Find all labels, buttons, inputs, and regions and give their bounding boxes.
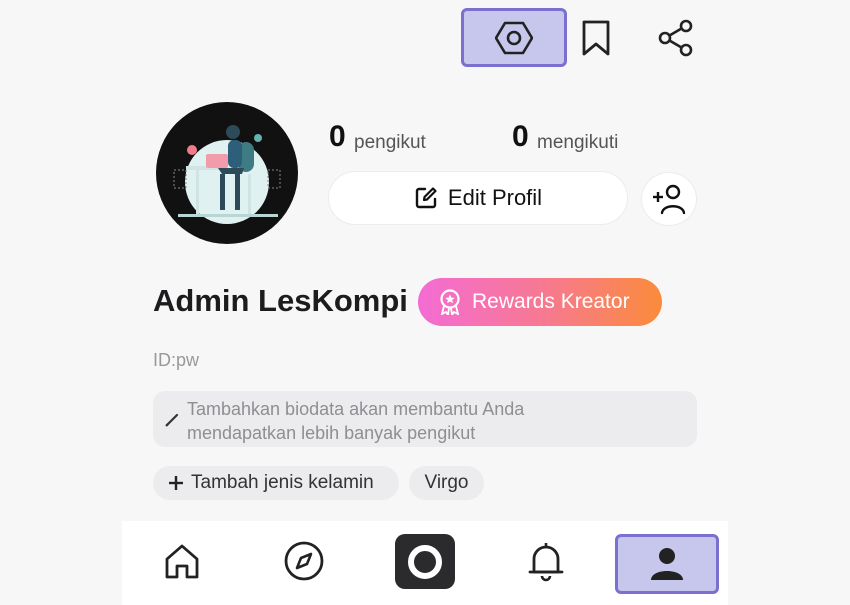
share-icon <box>658 19 693 57</box>
rewards-kreator-button[interactable]: Rewards Kreator <box>418 278 662 326</box>
username: Admin LesKompi <box>153 283 408 318</box>
gender-chip-label: Tambah jenis kelamin <box>191 472 374 493</box>
create-icon <box>408 544 442 579</box>
badge-icon <box>440 289 460 315</box>
edit-profile-button[interactable]: Edit Profil <box>329 172 627 224</box>
add-gender-chip[interactable]: Tambah jenis kelamin <box>153 466 399 500</box>
following-label[interactable]: mengikuti <box>537 132 618 154</box>
avatar[interactable] <box>156 102 298 244</box>
user-id: ID:pw <box>153 350 200 370</box>
pencil-icon <box>165 413 179 427</box>
bookmark-button[interactable] <box>576 16 616 60</box>
nav-explore[interactable] <box>280 537 328 585</box>
followers-label[interactable]: pengikut <box>354 132 426 154</box>
plus-icon <box>169 476 183 490</box>
followers-count[interactable]: 0 <box>329 120 346 154</box>
add-friend-button[interactable] <box>642 173 696 225</box>
bio-placeholder-line2: mendapatkan lebih banyak pengikut <box>187 423 476 443</box>
share-button[interactable] <box>654 16 698 60</box>
settings-button[interactable] <box>461 8 567 67</box>
rewards-label: Rewards Kreator <box>472 290 630 313</box>
avatar-illustration <box>173 125 281 224</box>
edit-icon <box>415 187 437 209</box>
bio-input[interactable]: Tambahkan biodata akan membantu Anda men… <box>153 391 697 447</box>
nav-notifications[interactable] <box>524 537 568 585</box>
bottom-nav <box>122 521 728 605</box>
zodiac-chip[interactable]: Virgo <box>409 466 484 500</box>
compass-icon <box>284 541 324 581</box>
profile-icon <box>651 548 683 580</box>
following-count[interactable]: 0 <box>512 120 529 154</box>
home-icon <box>165 544 199 579</box>
bio-placeholder-line1: Tambahkan biodata akan membantu Anda <box>187 399 525 419</box>
bookmark-icon <box>582 20 610 56</box>
add-friend-icon <box>653 184 686 215</box>
settings-icon <box>495 21 533 54</box>
nav-home[interactable] <box>160 537 204 585</box>
nav-profile[interactable] <box>615 534 719 594</box>
nav-create[interactable] <box>395 534 455 589</box>
bell-icon <box>528 543 564 582</box>
zodiac-chip-label: Virgo <box>424 472 469 493</box>
edit-profile-label: Edit Profil <box>447 185 543 210</box>
